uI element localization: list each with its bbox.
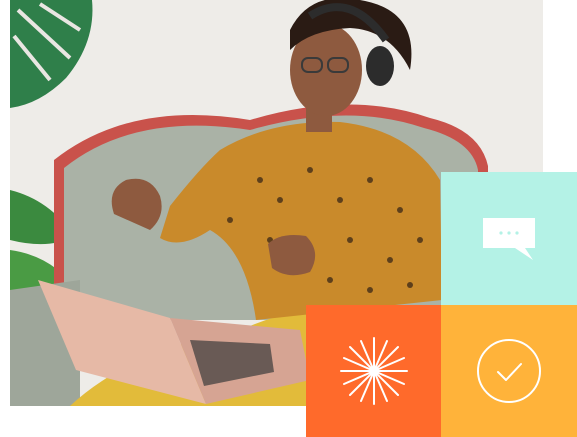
sparkle-tile [306, 305, 441, 437]
lower-hand [268, 235, 316, 276]
sparkle-icon [339, 337, 408, 405]
check-circle-icon [477, 339, 541, 403]
chat-bubble-icon [483, 217, 535, 260]
chat-tile [441, 172, 577, 305]
check-tile [441, 305, 577, 437]
